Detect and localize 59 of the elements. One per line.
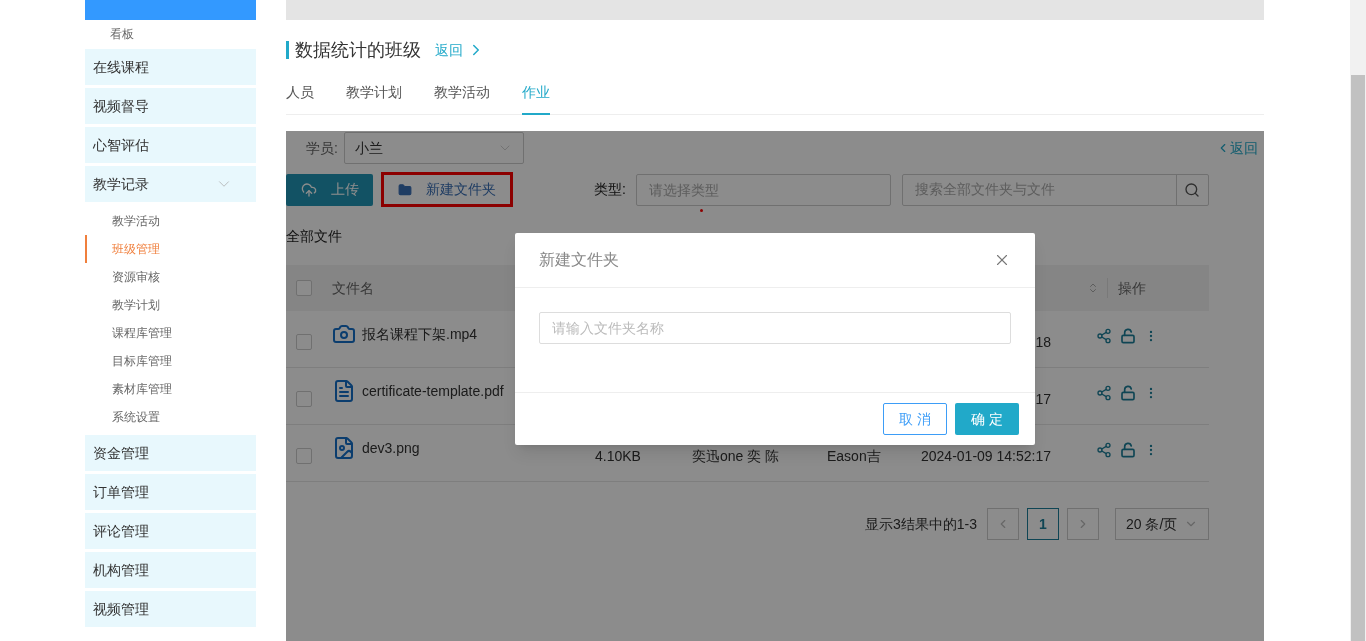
sidebar-subitem[interactable]: 教学计划 xyxy=(85,291,256,319)
file-name[interactable]: dev3.png xyxy=(362,437,420,459)
new-folder-button[interactable]: 新建文件夹 xyxy=(381,172,513,207)
page-title: 数据统计的班级 xyxy=(295,38,421,62)
file-name[interactable]: 报名课程下架.mp4 xyxy=(362,323,478,345)
sidebar-item[interactable]: 在线课程 xyxy=(85,49,256,85)
sidebar-item[interactable]: 机构管理 xyxy=(85,552,256,588)
column-header: 操作 xyxy=(1118,278,1147,298)
column-header: 文件名 xyxy=(332,278,374,298)
search-icon xyxy=(1184,181,1201,198)
table-cell-text: 2024-01-09 14:52:17 xyxy=(921,446,1051,466)
sidebar-subitem[interactable]: 目标库管理 xyxy=(85,347,256,375)
sidebar-item[interactable]: 视频管理 xyxy=(85,591,256,627)
sidebar-item[interactable]: 心智评估 xyxy=(85,127,256,163)
sidebar-item[interactable]: 评论管理 xyxy=(85,513,256,549)
share-icon[interactable] xyxy=(1096,328,1112,344)
student-select[interactable]: 小兰 xyxy=(343,132,524,164)
sidebar-item[interactable]: 视频督导 xyxy=(85,88,256,124)
unlock-icon[interactable] xyxy=(1120,385,1136,401)
sidebar-subitem[interactable]: 素材库管理 xyxy=(85,375,256,403)
page-size-select[interactable]: 20 条/页 xyxy=(1115,508,1209,540)
title-accent xyxy=(286,41,289,59)
sidebar-item[interactable]: 看板 xyxy=(85,20,256,48)
sidebar-item[interactable]: 资金管理 xyxy=(85,435,256,471)
table-cell-text: Eason吉 xyxy=(827,446,882,466)
tab[interactable]: 教学活动 xyxy=(434,82,490,115)
checkbox[interactable] xyxy=(296,334,312,350)
tab[interactable]: 人员 xyxy=(286,82,314,115)
folder-icon xyxy=(398,182,412,197)
file-name[interactable]: certificate-template.pdf xyxy=(362,380,504,402)
checkbox[interactable] xyxy=(296,280,312,296)
breadcrumb: 全部文件 xyxy=(286,227,343,246)
share-icon[interactable] xyxy=(1096,385,1112,401)
sidebar-subitem[interactable]: 教学活动 xyxy=(85,207,256,235)
sidebar-subitem[interactable]: 资源审核 xyxy=(85,263,256,291)
folder-name-field[interactable]: 请输入文件夹名称 xyxy=(539,312,1011,344)
sidebar-subitem[interactable]: 系统设置 xyxy=(85,403,256,431)
pagination-summary: 显示3结果中的1-3 xyxy=(864,514,977,534)
tab[interactable]: 教学计划 xyxy=(346,82,402,115)
table-cell-text: 4.10KB xyxy=(595,446,642,466)
dialog-title: 新建文件夹 xyxy=(539,250,619,270)
table-cell-text: 18 xyxy=(1035,332,1051,352)
image-file-icon xyxy=(332,435,356,461)
scrollbar[interactable] xyxy=(1350,0,1366,641)
sidebar-item[interactable]: 教学记录 xyxy=(85,166,256,202)
sidebar-subitem[interactable]: 课程库管理 xyxy=(85,319,256,347)
unlock-icon[interactable] xyxy=(1120,328,1136,344)
document-icon xyxy=(332,378,356,404)
unlock-icon[interactable] xyxy=(1120,442,1136,458)
student-label: 学员: xyxy=(306,138,338,158)
checkbox[interactable] xyxy=(296,391,312,407)
table-cell-text: 17 xyxy=(1035,389,1051,409)
checkbox[interactable] xyxy=(296,448,312,464)
sidebar-item[interactable]: 订单管理 xyxy=(85,474,256,510)
type-label: 类型: xyxy=(594,180,626,199)
upload-icon xyxy=(300,181,317,198)
table-cell-text: 奕迅one 奕 陈 xyxy=(692,446,781,466)
sort-icon[interactable] xyxy=(1087,281,1099,295)
share-icon[interactable] xyxy=(1096,442,1112,458)
